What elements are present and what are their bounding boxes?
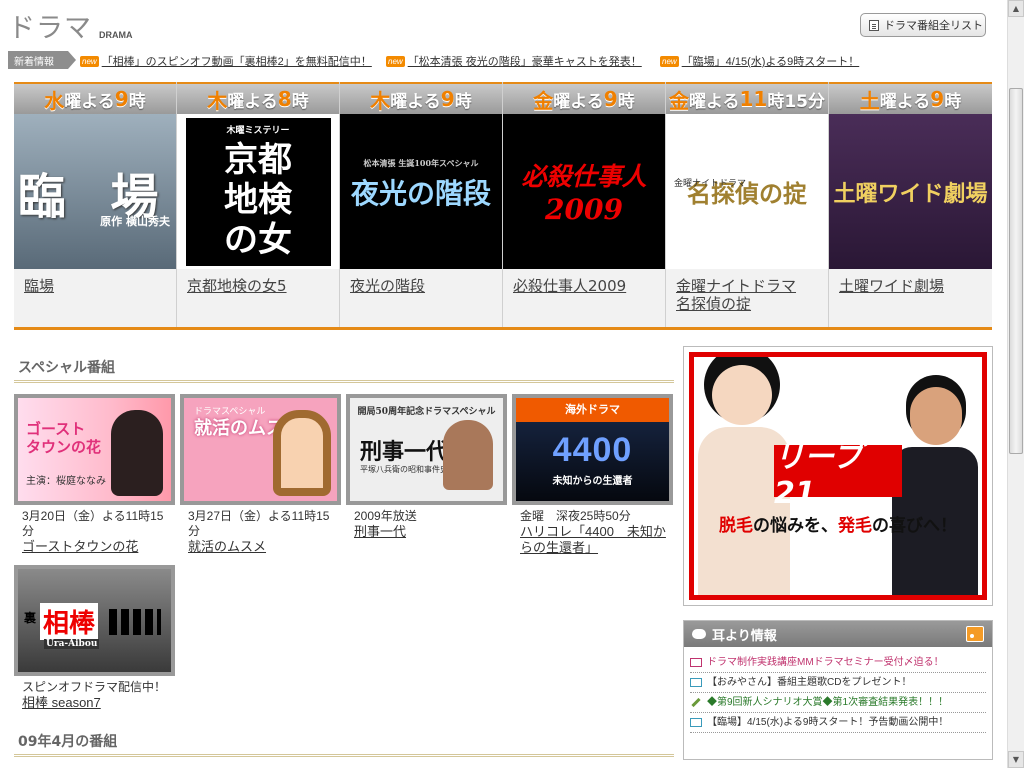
- special-link[interactable]: 就活のムスメ: [188, 539, 341, 555]
- advertisement-banner[interactable]: リーブ21 脱毛の悩みを、発毛の喜びへ！: [683, 346, 993, 606]
- special-thumbnail[interactable]: ゴースト タウンの花 主演：桜庭ななみ: [14, 394, 175, 505]
- list-icon: [869, 19, 879, 31]
- new-badge: new: [386, 55, 405, 67]
- info-item[interactable]: 【おみやさん】番組主題歌CDをプレゼント！: [690, 673, 986, 693]
- divider: [14, 327, 992, 330]
- special-thumbnail[interactable]: 開局50周年記念ドラマスペシャル 刑事一代 平塚八兵衛の昭和事件史: [346, 394, 507, 505]
- page-header: ドラマ DRAMA ドラマ番組全リスト: [0, 0, 1007, 46]
- vertical-scrollbar[interactable]: ▲ ▼: [1007, 0, 1024, 768]
- news-item[interactable]: new 「臨場」4/15(水)よる9時スタート！: [660, 53, 859, 69]
- broadcast-time: 3月27日（金）よる11時15分: [188, 509, 330, 538]
- special-program: 裏 相棒 Ura-Aibou スピンオフドラマ配信中！ 相棒 season7: [14, 565, 175, 711]
- news-item[interactable]: new 「松本清張 夜光の階段」豪華キャストを発表！: [386, 53, 642, 69]
- page-title: ドラマ: [8, 13, 92, 44]
- drama-thumbnail[interactable]: 金曜ナイトドラマ 名探偵の掟: [666, 114, 828, 269]
- drama-column: 金曜よる 11 時15分 金曜ナイトドラマ 名探偵の掟 金曜ナイトドラマ 名探偵の掟: [666, 82, 829, 330]
- special-link[interactable]: ハリコレ「4400 未知からの生還者」: [520, 524, 673, 556]
- drama-list-button-label: ドラマ番組全リスト: [884, 20, 983, 32]
- broadcast-time: 3月20日（金）よる11時15分: [22, 509, 164, 538]
- drama-title-link[interactable]: 夜光の階段: [340, 269, 502, 328]
- ad-logo: リーブ21: [774, 440, 902, 511]
- special-thumbnail[interactable]: 海外ドラマ 4400 未知からの生還者: [512, 394, 673, 505]
- specials-heading: スペシャル番組: [14, 357, 674, 383]
- drama-title-link[interactable]: 金曜ナイトドラマ 名探偵の掟: [666, 269, 828, 328]
- weekly-drama-grid: 水曜よる 9 時 臨 場 原作 横山秀夫 臨場 木曜よる 8 時 木曜ミステリー 京都 …: [14, 82, 992, 330]
- drama-column: 木曜よる 8 時 木曜ミステリー 京都 地検 の女 京都地検の女5: [177, 82, 340, 330]
- tv-icon: [690, 678, 702, 687]
- info-item[interactable]: ドラマ制作実践講座MMドラマセミナー受付〆迫る！: [690, 653, 986, 673]
- timeslot-header: 木曜よる 8 時: [177, 82, 339, 114]
- news-link[interactable]: 「臨場」4/15(水)よる9時スタート！: [682, 53, 860, 69]
- tv-icon: [690, 718, 702, 727]
- info-list: ドラマ制作実践講座MMドラマセミナー受付〆迫る！ 【おみやさん】番組主題歌CDを…: [684, 647, 992, 733]
- ad-copy: 脱毛の悩みを、発毛の喜びへ！: [719, 516, 957, 536]
- speech-bubble-icon: [692, 629, 706, 639]
- timeslot-header: 土曜よる 9 時: [829, 82, 992, 114]
- page-subtitle: DRAMA: [99, 30, 133, 40]
- special-thumbnail[interactable]: 就活のムスメ ドラマスペシャル: [180, 394, 341, 505]
- info-header: 耳より情報: [684, 621, 992, 647]
- drama-thumbnail[interactable]: 必殺仕事人 2009: [503, 114, 665, 269]
- drama-column: 木曜よる 9 時 松本清張 生誕100年スペシャル 夜光の階段 夜光の階段: [340, 82, 503, 330]
- special-program: 開局50周年記念ドラマスペシャル 刑事一代 平塚八兵衛の昭和事件史 2009年放…: [346, 394, 507, 540]
- drama-title-link[interactable]: 京都地検の女5: [177, 269, 339, 328]
- info-item[interactable]: ◆第9回新人シナリオ大賞◆第1次審査結果発表！！！: [690, 693, 986, 713]
- special-program: 就活のムスメ ドラマスペシャル 3月27日（金）よる11時15分 就活のムスメ: [180, 394, 341, 555]
- special-program: ゴースト タウンの花 主演：桜庭ななみ 3月20日（金）よる11時15分 ゴース…: [14, 394, 175, 555]
- broadcast-time: 金曜 深夜25時50分: [520, 509, 631, 523]
- timeslot-header: 金曜よる 9 時: [503, 82, 665, 114]
- special-link[interactable]: 相棒 season7: [22, 695, 175, 711]
- drama-title-link[interactable]: 必殺仕事人2009: [503, 269, 665, 328]
- drama-thumbnail[interactable]: 土曜ワイド劇場: [829, 114, 992, 269]
- info-box: 耳より情報 ドラマ制作実践講座MMドラマセミナー受付〆迫る！ 【おみやさん】番組…: [683, 620, 993, 760]
- drama-column: 土曜よる 9 時 土曜ワイド劇場 土曜ワイド劇場: [829, 82, 992, 330]
- timeslot-header: 水曜よる 9 時: [14, 82, 176, 114]
- drama-thumbnail[interactable]: 臨 場 原作 横山秀夫: [14, 114, 176, 269]
- rss-icon[interactable]: [966, 626, 984, 642]
- special-program: 海外ドラマ 4400 未知からの生還者 金曜 深夜25時50分 ハリコレ「440…: [512, 394, 673, 556]
- drama-column: 水曜よる 9 時 臨 場 原作 横山秀夫 臨場: [14, 82, 177, 330]
- timeslot-header: 木曜よる 9 時: [340, 82, 502, 114]
- tv-icon: [690, 658, 702, 667]
- drama-title-link[interactable]: 土曜ワイド劇場: [829, 269, 992, 328]
- april-heading: 09年4月の番組: [14, 731, 674, 757]
- drama-list-button[interactable]: ドラマ番組全リスト: [860, 13, 986, 37]
- pencil-icon: [691, 697, 701, 708]
- drama-title-link[interactable]: 臨場: [14, 269, 176, 328]
- drama-thumbnail[interactable]: 松本清張 生誕100年スペシャル 夜光の階段: [340, 114, 502, 269]
- news-link[interactable]: 「松本清張 夜光の階段」豪華キャストを発表！: [408, 53, 642, 69]
- new-badge: new: [80, 55, 99, 67]
- special-link[interactable]: 刑事一代: [354, 524, 507, 540]
- scrollbar-thumb[interactable]: [1009, 88, 1023, 454]
- news-ticker: 新着情報 new 「相棒」のスピンオフ動画「裏相棒2」を無料配信中！ new 「…: [8, 51, 998, 69]
- drama-thumbnail[interactable]: 木曜ミステリー 京都 地検 の女: [177, 114, 339, 269]
- timeslot-header: 金曜よる 11 時15分: [666, 82, 828, 114]
- info-item[interactable]: 【臨場】4/15(水)よる9時スタート！予告動画公開中！: [690, 713, 986, 733]
- broadcast-time: スピンオフドラマ配信中！: [22, 680, 167, 694]
- news-link[interactable]: 「相棒」のスピンオフ動画「裏相棒2」を無料配信中！: [102, 53, 372, 69]
- new-badge: new: [660, 55, 679, 67]
- scroll-down-arrow-icon[interactable]: ▼: [1008, 751, 1024, 768]
- special-thumbnail[interactable]: 裏 相棒 Ura-Aibou: [14, 565, 175, 676]
- special-link[interactable]: ゴーストタウンの花: [22, 539, 175, 555]
- drama-column: 金曜よる 9 時 必殺仕事人 2009 必殺仕事人2009: [503, 82, 666, 330]
- news-label: 新着情報: [8, 51, 76, 69]
- info-title: 耳より情報: [712, 628, 777, 644]
- news-item[interactable]: new 「相棒」のスピンオフ動画「裏相棒2」を無料配信中！: [80, 53, 372, 69]
- broadcast-time: 2009年放送: [354, 509, 417, 523]
- scroll-up-arrow-icon[interactable]: ▲: [1008, 0, 1024, 17]
